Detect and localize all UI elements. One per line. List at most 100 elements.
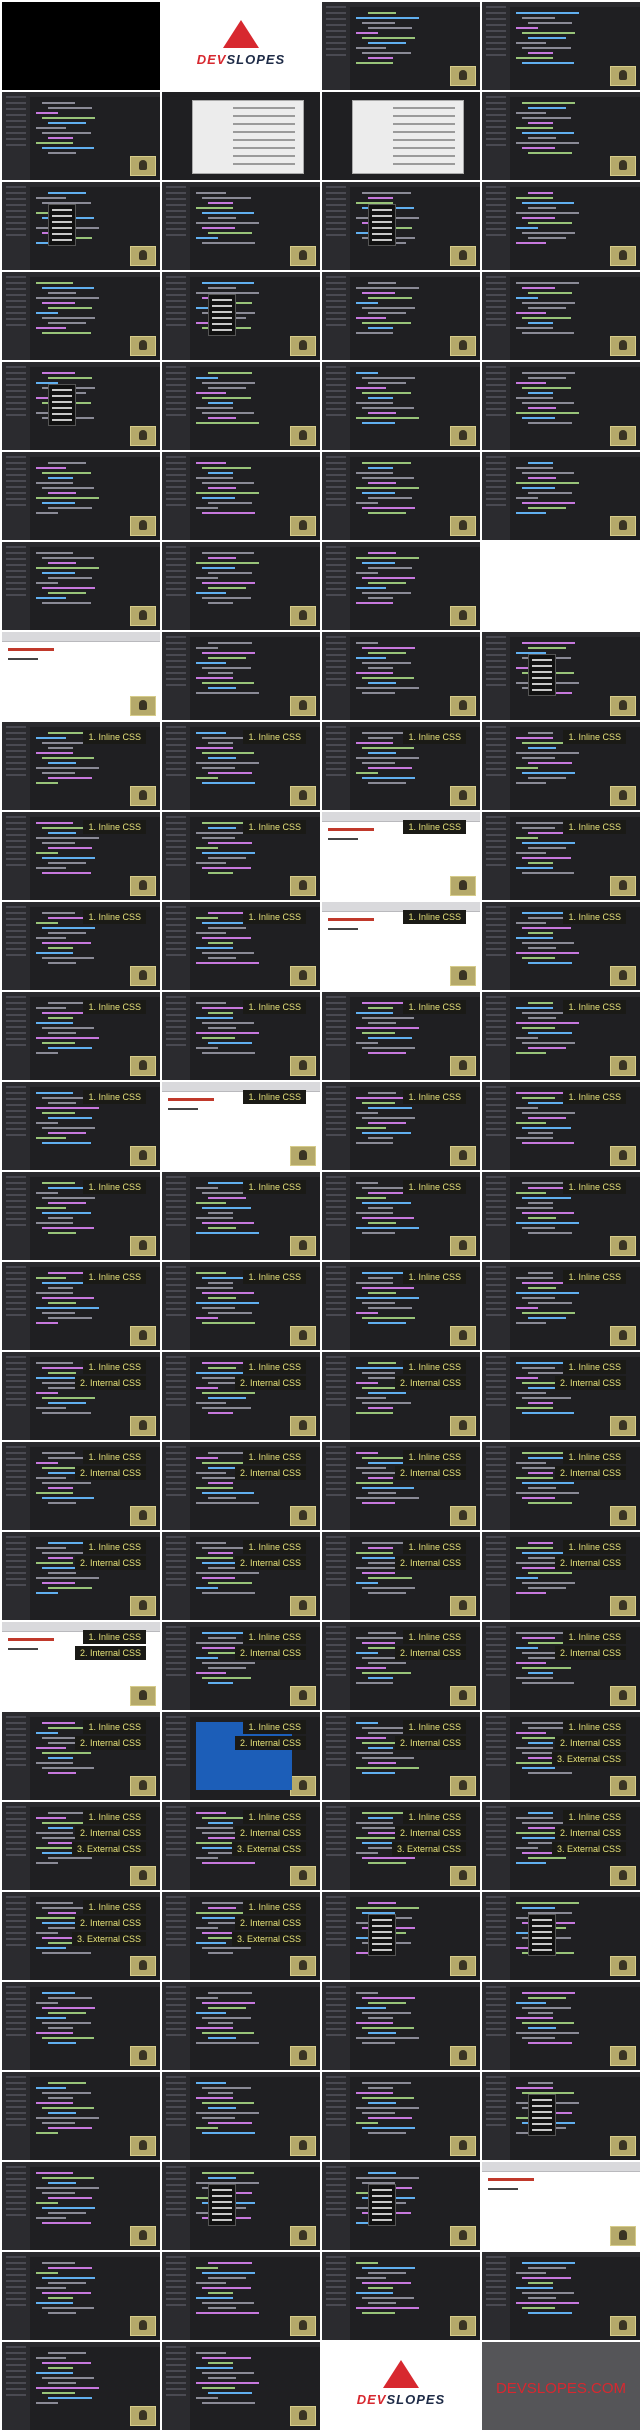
code-line [368, 2272, 407, 2274]
video-frame: 1. Inline CSS 2. Internal CSS [2, 1532, 160, 1620]
code-line [202, 1307, 235, 1309]
code-line [356, 1552, 393, 1554]
webcam-overlay [130, 2316, 156, 2336]
file-sidebar [482, 902, 510, 990]
sidebar-file-entry [6, 1026, 26, 1028]
code-line [48, 592, 87, 594]
code-line [368, 57, 394, 59]
sidebar-file-entry [326, 732, 346, 734]
editor-tab-bar [30, 182, 160, 187]
code-line [208, 1197, 247, 1199]
code-line [42, 1412, 91, 1414]
sidebar-file-entry [486, 762, 506, 764]
code-line [208, 1682, 234, 1684]
code-line [356, 62, 393, 64]
code-line [356, 2007, 386, 2009]
code-line [356, 1852, 379, 1854]
code-line [368, 1832, 397, 1834]
code-line [42, 1722, 75, 1724]
code-line [196, 422, 259, 424]
code-line [196, 1942, 226, 1944]
code-line [196, 577, 219, 579]
sidebar-file-entry [326, 1272, 346, 1274]
editor-tab-bar [510, 1892, 640, 1897]
code-line [48, 1912, 77, 1914]
sidebar-file-entry [6, 1932, 26, 1934]
context-menu-item [532, 2099, 552, 2101]
editor-tab-bar [510, 1172, 640, 1177]
code-line [48, 1047, 93, 1049]
file-sidebar [2, 2162, 30, 2250]
sidebar-file-entry [326, 276, 346, 278]
sidebar-file-entry [486, 756, 506, 758]
video-frame [2, 2072, 160, 2160]
sidebar-file-entry [486, 1536, 506, 1538]
code-line [368, 652, 407, 654]
code-line [356, 1382, 379, 1384]
video-frame [482, 2162, 640, 2250]
sidebar-file-entry [6, 2376, 26, 2378]
css-method-label: 1. Inline CSS [563, 1450, 626, 1464]
context-menu-item [52, 233, 72, 235]
sidebar-file-entry [6, 564, 26, 566]
file-dialog-row [393, 155, 455, 157]
file-sidebar [2, 992, 30, 1080]
code-line [362, 692, 395, 694]
sidebar-file-entry [326, 582, 346, 584]
context-menu [48, 204, 76, 246]
sidebar-file-entry [6, 192, 26, 194]
file-sidebar [162, 2252, 190, 2340]
sidebar-file-entry [6, 2394, 26, 2396]
code-line [522, 1042, 576, 1044]
code-line [202, 1222, 254, 1224]
code-line [516, 1137, 553, 1139]
code-line [368, 1747, 394, 1749]
code-line [356, 1767, 419, 1769]
sidebar-file-entry [166, 1572, 186, 1574]
code-line [528, 2027, 557, 2029]
sidebar-file-entry [326, 2262, 346, 2264]
sidebar-file-entry [326, 294, 346, 296]
code-line [208, 1552, 234, 1554]
sidebar-file-entry [326, 318, 346, 320]
code-line [48, 1812, 87, 1814]
logo-text-slopes: SLOPES [226, 52, 286, 67]
code-line [48, 1402, 87, 1404]
sidebar-file-entry [486, 1854, 506, 1856]
sidebar-file-entry [486, 1848, 506, 1850]
webcam-overlay [130, 1056, 156, 1076]
code-line [36, 1947, 66, 1949]
code-line [516, 1022, 579, 1024]
code-line [368, 1022, 397, 1024]
code-line [42, 1312, 75, 1314]
sidebar-file-entry [326, 1176, 346, 1178]
sidebar-file-entry [6, 186, 26, 188]
sidebar-file-entry [486, 1368, 506, 1370]
editor-tab-bar [30, 272, 160, 277]
code-line [362, 2282, 411, 2284]
sidebar-file-entry [166, 2394, 186, 2396]
sidebar-file-entry [326, 1746, 346, 1748]
context-menu-item [372, 209, 392, 211]
sidebar-file-entry [326, 408, 346, 410]
sidebar-file-entry [326, 198, 346, 200]
context-menu-item [532, 2111, 552, 2113]
code-line [368, 2117, 413, 2119]
code-line [196, 207, 233, 209]
sidebar-file-entry [6, 1038, 26, 1040]
sidebar-file-entry [326, 1650, 346, 1652]
code-line [36, 1362, 73, 1364]
context-menu-item [212, 305, 232, 307]
file-sidebar [322, 722, 350, 810]
sidebar-file-entry [486, 744, 506, 746]
code-line [36, 922, 59, 924]
editor-tab-bar [190, 812, 320, 817]
code-line [48, 2082, 87, 2084]
code-line [48, 1132, 87, 1134]
code-line [516, 42, 546, 44]
sidebar-file-entry [326, 1740, 346, 1742]
sidebar-file-entry [326, 1566, 346, 1568]
sidebar-file-entry [6, 1488, 26, 1490]
file-sidebar [482, 992, 510, 1080]
css-method-label: 1. Inline CSS [83, 820, 146, 834]
